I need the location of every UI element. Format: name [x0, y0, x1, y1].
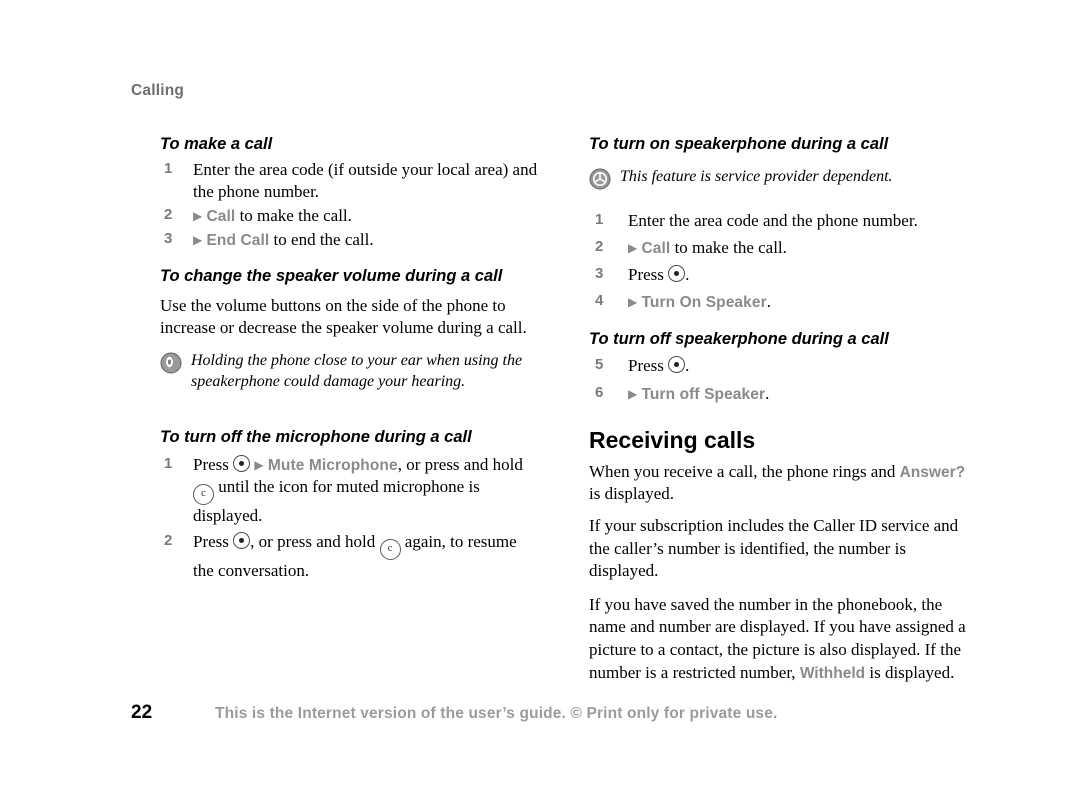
navigation-key-icon — [233, 454, 251, 472]
left-column: To make a call 1 Enter the area code (if… — [160, 134, 540, 592]
menu-arrow-icon: ▶ — [628, 386, 638, 401]
navigation-key-icon — [233, 531, 251, 549]
step-number: 1 — [595, 210, 604, 228]
paragraph-receiving-2: If your subscription includes the Caller… — [589, 515, 959, 581]
step-number: 5 — [595, 356, 604, 374]
paragraph-text: is displayed. — [865, 662, 955, 682]
step-text: to make the call. — [235, 206, 352, 226]
steps-turn-on-speakerphone: 1 Enter the area code and the phone numb… — [589, 210, 969, 313]
paragraph-speaker-volume: Use the volume buttons on the side of th… — [160, 295, 527, 338]
navigation-key-icon — [668, 265, 686, 283]
list-item: 6 ▶ Turn off Speaker. — [589, 383, 969, 405]
clear-key-icon: c — [193, 483, 214, 505]
steps-turn-off-speakerphone: 5 Press . 6 ▶ Turn off Speaker. — [589, 355, 969, 404]
heading-change-speaker-volume: To change the speaker volume during a ca… — [160, 266, 503, 285]
step-number: 3 — [164, 230, 173, 248]
steps-turn-off-microphone: 1 Press ▶ Mute Microphone, or press and … — [160, 454, 540, 582]
footer-text: This is the Internet version of the user… — [215, 705, 778, 722]
step-text: Press — [628, 265, 669, 285]
menu-arrow-icon: ▶ — [254, 457, 264, 472]
list-item: 3 ▶ End Call to end the call. — [160, 229, 540, 251]
heading-turn-off-microphone: To turn off the microphone during a call — [160, 427, 472, 446]
clear-key-icon: c — [379, 538, 401, 560]
step-number: 6 — [595, 383, 604, 401]
list-item: 2 ▶ Call to make the call. — [589, 237, 969, 259]
list-item: 3 Press . — [589, 264, 969, 286]
list-item: 2 ▶ Call to make the call. — [160, 205, 540, 227]
step-text: Press — [193, 531, 234, 551]
step-text: . — [765, 383, 770, 403]
document-page: Calling To make a call 1 Enter the area … — [0, 0, 1080, 803]
step-number: 2 — [164, 531, 173, 549]
menu-label: Answer? — [899, 463, 966, 481]
step-text: to make the call. — [670, 238, 787, 257]
menu-label: Turn off Speaker — [641, 385, 766, 403]
heading-receiving-calls: Receiving calls — [589, 426, 756, 453]
info-gear-icon — [589, 168, 611, 197]
heading-turn-on-speakerphone: To turn on speakerphone during a call — [589, 135, 889, 153]
page-number: 22 — [131, 702, 153, 723]
paragraph-receiving-1: When you receive a call, the phone rings… — [589, 461, 969, 506]
note-service-provider: This feature is service provider depende… — [589, 167, 969, 190]
step-text: . — [766, 292, 771, 312]
navigation-key-icon — [668, 356, 686, 374]
step-text: Press — [193, 454, 234, 474]
heading-turn-off-speakerphone: To turn off speakerphone during a call — [589, 330, 889, 349]
step-text: . — [685, 265, 690, 285]
step-text: . — [685, 356, 690, 376]
note-hearing-warning: Holding the phone close to your ear when… — [160, 351, 540, 393]
step-text: , or press and hold — [397, 454, 523, 474]
list-item: 2 Press , or press and hold c again, to … — [160, 531, 540, 582]
chapter-title: Calling — [131, 82, 185, 99]
menu-label: Withheld — [799, 664, 866, 682]
paragraph-receiving-3: If you have saved the number in the phon… — [589, 594, 969, 684]
step-number: 2 — [164, 206, 173, 224]
list-item: 1 Enter the area code (if outside your l… — [160, 159, 540, 203]
step-number: 1 — [164, 454, 173, 472]
step-number: 3 — [595, 265, 604, 283]
step-text: Enter the area code and the phone number… — [628, 210, 918, 230]
step-number: 2 — [595, 238, 604, 255]
paragraph-text: is displayed. — [589, 484, 674, 504]
list-item: 4 ▶ Turn On Speaker. — [589, 291, 969, 313]
list-item: 5 Press . — [589, 355, 969, 377]
right-column: To turn on speakerphone during a call Th… — [589, 134, 969, 695]
menu-label: Turn On Speaker — [641, 294, 767, 312]
menu-arrow-icon: ▶ — [628, 295, 638, 310]
menu-label: Mute Microphone — [267, 456, 398, 474]
note-text: Holding the phone close to your ear when… — [191, 351, 523, 390]
menu-arrow-icon: ▶ — [193, 233, 203, 248]
step-text: to end the call. — [269, 230, 374, 250]
paragraph-text: When you receive a call, the phone rings… — [589, 461, 900, 481]
step-text: Enter the area code (if outside your loc… — [193, 160, 538, 202]
step-text: until the icon for muted microphone is d… — [193, 476, 480, 525]
steps-to-make-a-call: 1 Enter the area code (if outside your l… — [160, 159, 540, 251]
list-item: 1 Enter the area code and the phone numb… — [589, 210, 969, 232]
menu-arrow-icon: ▶ — [193, 209, 203, 224]
heading-to-make-a-call: To make a call — [160, 135, 273, 153]
menu-label: Call — [641, 240, 671, 257]
warning-icon — [160, 352, 182, 381]
step-number: 4 — [595, 292, 604, 310]
menu-label: Call — [206, 208, 236, 226]
note-text: This feature is service provider depende… — [620, 168, 893, 186]
page-footer: 22 This is the Internet version of the us… — [131, 702, 951, 724]
step-text: Press — [628, 356, 669, 376]
menu-arrow-icon: ▶ — [628, 241, 638, 255]
step-text: , or press and hold — [250, 531, 380, 551]
menu-label: End Call — [206, 232, 270, 250]
list-item: 1 Press ▶ Mute Microphone, or press and … — [160, 454, 540, 527]
step-number: 1 — [164, 160, 173, 178]
